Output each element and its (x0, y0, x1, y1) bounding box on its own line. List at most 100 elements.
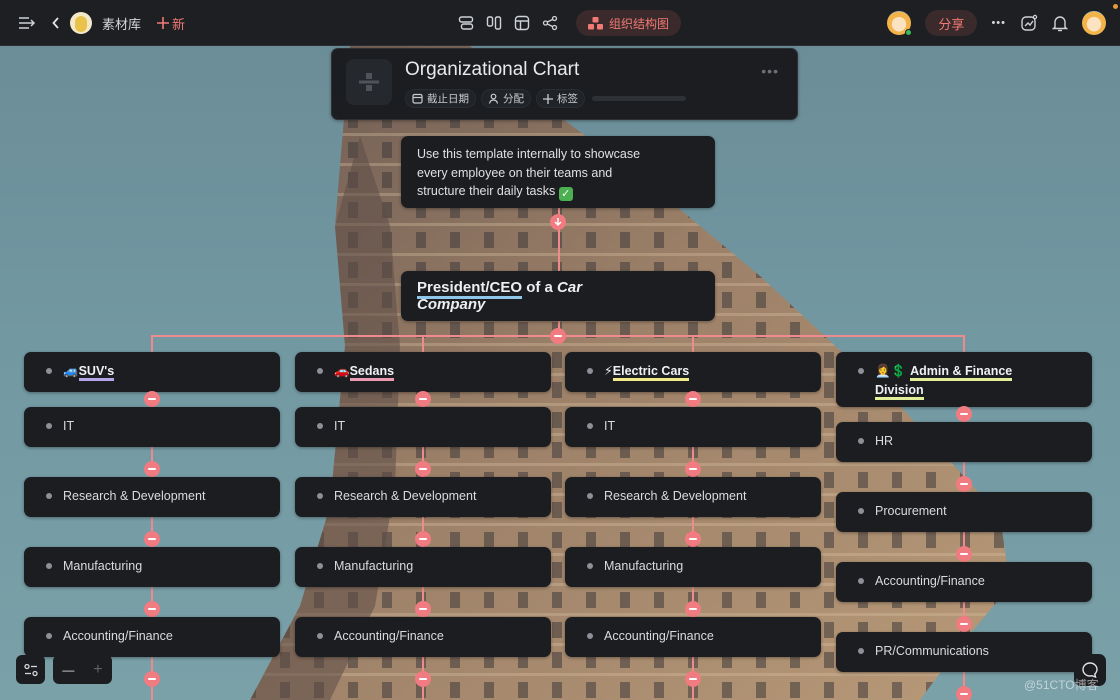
collapse-toggle[interactable] (685, 461, 701, 477)
calendar-icon (412, 93, 423, 104)
collapse-toggle[interactable] (956, 546, 972, 562)
library-name[interactable]: 素材库 (102, 14, 141, 33)
department-child-node[interactable]: Research & Development (24, 477, 280, 517)
department-child-node[interactable]: Procurement (836, 492, 1092, 532)
collapse-toggle[interactable] (415, 671, 431, 687)
collapse-toggle[interactable] (956, 476, 972, 492)
collapse-toggle[interactable] (956, 616, 972, 632)
top-bar: 素材库 新 组织结构图 分享 ••• (0, 0, 1120, 46)
collapse-toggle[interactable] (415, 601, 431, 617)
department-child-node[interactable]: Accounting/Finance (24, 617, 280, 657)
department-child-node[interactable]: IT (565, 407, 821, 447)
ceo-title-car: Car (557, 279, 583, 296)
share-button[interactable]: 分享 (925, 10, 978, 36)
bullet-dot (587, 493, 593, 499)
plus-icon (157, 17, 170, 29)
notification-bell-icon[interactable] (1052, 14, 1068, 32)
more-options-icon[interactable]: ••• (991, 17, 1006, 29)
bullet-dot (46, 368, 52, 374)
due-date-label: 截止日期 (427, 93, 469, 105)
department-child-label: Research & Development (334, 489, 477, 503)
department-child-label: IT (604, 419, 616, 433)
zoom-in-button[interactable]: + (93, 661, 102, 679)
collapse-toggle[interactable] (144, 461, 160, 477)
department-child-label: Manufacturing (604, 559, 684, 573)
sidebar-toggle-icon[interactable] (18, 16, 36, 30)
board-view-icon[interactable] (486, 15, 502, 31)
department-child-node[interactable]: Manufacturing (565, 547, 821, 587)
department-child-node[interactable]: IT (24, 407, 280, 447)
ceo-node[interactable]: President/CEO of a Car Company (401, 271, 715, 321)
department-child-node[interactable]: Accounting/Finance (836, 562, 1092, 602)
collapse-toggle-ceo[interactable] (550, 328, 566, 344)
department-child-node[interactable]: HR (836, 422, 1092, 462)
collapse-toggle[interactable] (685, 601, 701, 617)
department-child-node[interactable]: Research & Development (565, 477, 821, 517)
new-label: 新 (172, 16, 186, 32)
collapse-toggle[interactable] (685, 671, 701, 687)
collapse-toggle[interactable] (144, 601, 160, 617)
department-head-node[interactable]: 🚙SUV's (24, 352, 280, 392)
department-child-node[interactable]: Research & Development (295, 477, 551, 517)
collapse-toggle[interactable] (144, 391, 160, 407)
expand-toggle[interactable] (550, 214, 566, 230)
bullet-dot (317, 633, 323, 639)
user-avatar[interactable] (1082, 11, 1106, 35)
department-child-label: Accounting/Finance (875, 574, 985, 588)
table-view-icon[interactable] (514, 15, 530, 31)
collapse-toggle[interactable] (415, 391, 431, 407)
new-button[interactable]: 新 (157, 14, 185, 33)
list-view-icon[interactable] (458, 15, 474, 31)
collapse-toggle[interactable] (956, 406, 972, 422)
collapse-toggle[interactable] (685, 391, 701, 407)
department-child-label: Accounting/Finance (334, 629, 444, 643)
collapse-toggle[interactable] (415, 461, 431, 477)
sliders-icon (23, 663, 38, 676)
assign-label: 分配 (503, 93, 524, 105)
description-card[interactable]: Use this template internally to showcase… (401, 136, 715, 208)
department-head-node[interactable]: 👩‍💼💲 Admin & Finance Division (836, 352, 1092, 407)
watermark: @51CTO博客 (1024, 678, 1099, 692)
zoom-control: — + (53, 655, 112, 684)
department-child-node[interactable]: Manufacturing (295, 547, 551, 587)
activity-chart-icon[interactable] (1020, 14, 1038, 32)
check-mark-icon: ✓ (558, 187, 573, 201)
collapse-toggle[interactable] (144, 671, 160, 687)
record-more-icon[interactable]: ••• (761, 63, 779, 79)
department-head-node[interactable]: 🚗Sedans (295, 352, 551, 392)
collapse-toggle[interactable] (956, 686, 972, 700)
collapse-toggle[interactable] (685, 531, 701, 547)
zoom-out-button[interactable]: — (62, 663, 74, 677)
department-child-label: Accounting/Finance (604, 629, 714, 643)
department-head-text: 🚙SUV's (63, 362, 115, 381)
arrow-down-icon (554, 218, 562, 227)
department-child-node[interactable]: Accounting/Finance (295, 617, 551, 657)
department-head-node[interactable]: ⚡Electric Cars (565, 352, 821, 392)
layout-settings-button[interactable] (16, 655, 45, 684)
department-child-label: Procurement (875, 504, 947, 518)
back-chevron-icon[interactable] (52, 17, 60, 29)
assign-chip[interactable]: 分配 (481, 89, 531, 108)
department-head-label-cont: Division (875, 383, 924, 400)
collaborator-avatar[interactable] (887, 11, 913, 36)
bullet-dot (587, 563, 593, 569)
department-child-label: PR/Communications (875, 644, 989, 658)
library-avatar[interactable] (70, 12, 92, 34)
record-title[interactable]: Organizational Chart (405, 59, 579, 81)
due-date-chip[interactable]: 截止日期 (405, 89, 476, 108)
person-icon (488, 93, 499, 104)
bullet-dot (317, 368, 323, 374)
bullet-dot (46, 633, 52, 639)
department-child-node[interactable]: Accounting/Finance (565, 617, 821, 657)
description-line-1: Use this template internally to showcase (417, 147, 641, 161)
department-child-node[interactable]: PR/Communications (836, 632, 1092, 672)
bullet-dot (317, 563, 323, 569)
mindmap-view-icon[interactable] (542, 15, 558, 31)
divide-icon[interactable] (346, 59, 392, 105)
org-chart-view-tab[interactable]: 组织结构图 (576, 10, 682, 36)
add-tag-chip[interactable]: 标签 (536, 89, 585, 108)
collapse-toggle[interactable] (415, 531, 431, 547)
department-child-node[interactable]: IT (295, 407, 551, 447)
department-child-node[interactable]: Manufacturing (24, 547, 280, 587)
collapse-toggle[interactable] (144, 531, 160, 547)
